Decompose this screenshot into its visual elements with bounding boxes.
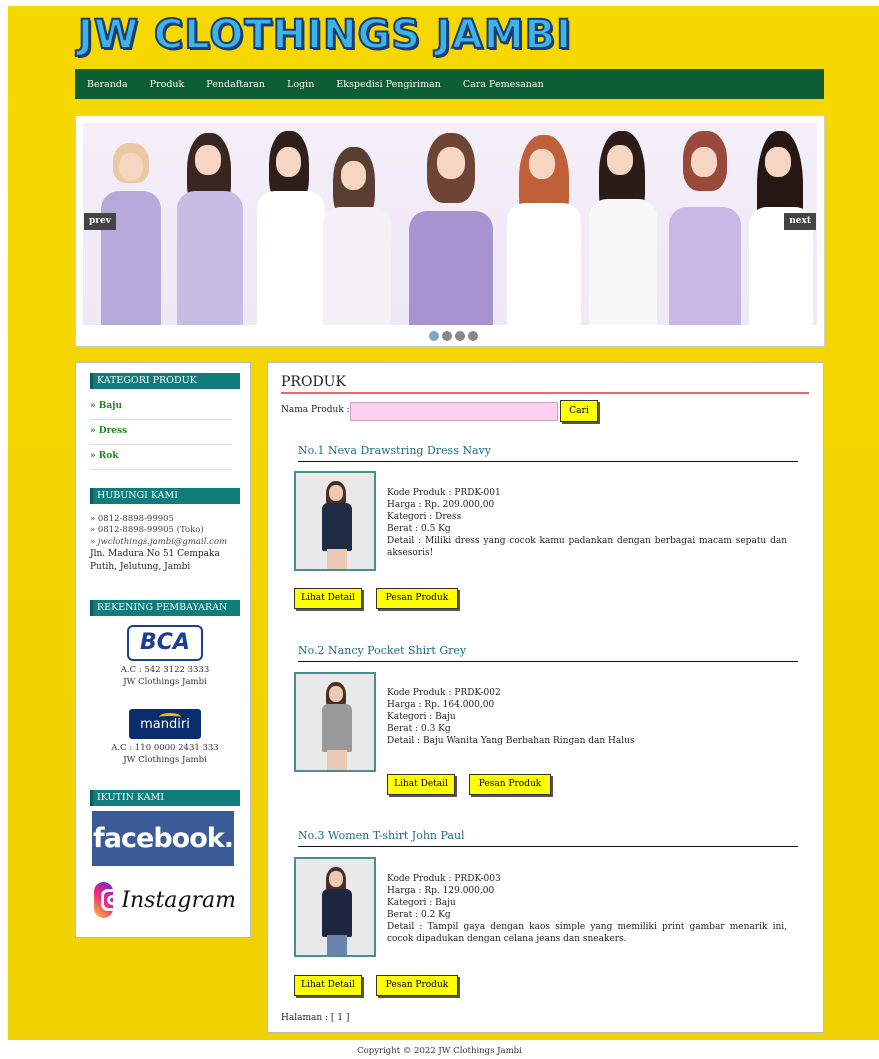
- nav-ekspedisi[interactable]: Ekspedisi Pengiriman: [336, 79, 441, 90]
- category-heading: KATEGORI PRODUK: [90, 373, 240, 389]
- contact-phone-store: » 0812-8898-99905 (Toko): [90, 525, 204, 536]
- page-title: PRODUK: [281, 374, 809, 394]
- mandiri-account: A.C : 110 0000 2431 333: [111, 743, 219, 753]
- product-description: Detail : Tampil gaya dengan kaos simple …: [387, 922, 787, 944]
- product-image[interactable]: [294, 471, 376, 571]
- banner-model: [95, 135, 165, 325]
- contact-info: » 0812-8898-99905 » 0812-8898-99905 (Tok…: [90, 514, 240, 574]
- slider-prev-button[interactable]: prev: [84, 213, 116, 230]
- facebook-link[interactable]: facebook.: [92, 811, 234, 866]
- instagram-label: Instagram: [121, 887, 236, 913]
- banner-model: [501, 131, 589, 325]
- contact-heading: HUBUNGI KAMI: [90, 488, 240, 504]
- banner-model: [663, 129, 747, 325]
- product-description: Detail : Miliki dress yang cocok kamu pa…: [387, 536, 787, 558]
- product-details: Kode Produk : PRDK-001 Harga : Rp. 209.0…: [387, 487, 787, 559]
- bca-logo: BCA: [127, 625, 203, 661]
- product-title[interactable]: No.3 Women T-shirt John Paul: [298, 829, 798, 847]
- bca-account: A.C : 542 3122 3333: [120, 665, 210, 675]
- nav-produk[interactable]: Produk: [150, 79, 185, 90]
- banner-model: [399, 131, 503, 325]
- category-link-baju[interactable]: » Baju: [90, 395, 232, 420]
- product-price: Harga : Rp. 129.000,00: [387, 886, 495, 896]
- category-link-dress[interactable]: » Dress: [90, 420, 232, 445]
- product-category: Kategori : Baju: [387, 898, 456, 908]
- product-details: Kode Produk : PRDK-003 Harga : Rp. 129.0…: [387, 873, 787, 945]
- slider-dot[interactable]: [455, 331, 465, 341]
- banner-model: [171, 129, 249, 325]
- slider-dot[interactable]: [442, 331, 452, 341]
- bca-account-name: JW Clothings Jambi: [123, 676, 207, 687]
- product-code: Kode Produk : PRDK-002: [387, 688, 501, 698]
- product-price: Harga : Rp. 164.000,00: [387, 700, 495, 710]
- slider-dot[interactable]: [468, 331, 478, 341]
- product-code: Kode Produk : PRDK-001: [387, 488, 501, 498]
- mandiri-logo: mandiri: [129, 709, 201, 739]
- instagram-link[interactable]: Instagram: [94, 881, 236, 919]
- product-image[interactable]: [294, 672, 376, 772]
- banner-model: [253, 129, 329, 325]
- product-weight: Berat : 0.5 Kg: [387, 524, 451, 534]
- nav-beranda[interactable]: Beranda: [87, 79, 128, 90]
- product-category: Kategori : Dress: [387, 512, 462, 522]
- banner-model: [583, 129, 663, 325]
- product-code: Kode Produk : PRDK-003: [387, 874, 501, 884]
- contact-email[interactable]: » jwclothings.jambi@gmail.com: [90, 537, 240, 548]
- pagination[interactable]: Halaman : [ 1 ]: [281, 1013, 349, 1023]
- search-label: Nama Produk :: [281, 405, 350, 415]
- product-price: Harga : Rp. 209.000,00: [387, 500, 495, 510]
- footer-copyright: Copyright © 2022 JW Clothings Jambi: [357, 1046, 522, 1056]
- category-link-rok[interactable]: » Rok: [90, 445, 232, 470]
- banner-slider: prev next: [75, 115, 825, 347]
- product-title[interactable]: No.2 Nancy Pocket Shirt Grey: [298, 644, 798, 662]
- view-detail-button[interactable]: Lihat Detail: [294, 975, 362, 996]
- bank-heading: REKENING PEMBAYARAN: [90, 600, 240, 616]
- view-detail-button[interactable]: Lihat Detail: [387, 774, 455, 795]
- contact-phone: » 0812-8898-99905: [90, 514, 174, 524]
- main-navigation: Beranda Produk Pendaftaran Login Ekspedi…: [75, 69, 824, 99]
- mandiri-account-name: JW Clothings Jambi: [123, 754, 207, 765]
- nav-pendaftaran[interactable]: Pendaftaran: [206, 79, 265, 90]
- order-product-button[interactable]: Pesan Produk: [376, 588, 458, 609]
- product-description: Detail : Baju Wanita Yang Berbahan Ringa…: [387, 736, 635, 746]
- product-weight: Berat : 0.3 Kg: [387, 724, 451, 734]
- mandiri-wave-icon: [159, 713, 181, 721]
- search-input[interactable]: [350, 402, 558, 421]
- bank-mandiri: mandiri A.C : 110 0000 2431 333 JW Cloth…: [90, 709, 240, 766]
- nav-cara-pemesanan[interactable]: Cara Pemesanan: [463, 79, 544, 90]
- slider-next-button[interactable]: next: [784, 213, 816, 230]
- banner-model: [319, 139, 395, 325]
- order-product-button[interactable]: Pesan Produk: [469, 774, 551, 795]
- instagram-icon: [94, 882, 124, 918]
- nav-login[interactable]: Login: [287, 79, 314, 90]
- slider-dot[interactable]: [429, 331, 439, 341]
- product-weight: Berat : 0.2 Kg: [387, 910, 451, 920]
- view-detail-button[interactable]: Lihat Detail: [294, 588, 362, 609]
- banner-image: [83, 123, 817, 325]
- search-button[interactable]: Cari: [560, 400, 598, 422]
- product-details: Kode Produk : PRDK-002 Harga : Rp. 164.0…: [387, 687, 787, 747]
- order-product-button[interactable]: Pesan Produk: [376, 975, 458, 996]
- main-content: PRODUK Nama Produk : Cari No.1 Neva Draw…: [267, 362, 824, 1033]
- product-category: Kategori : Baju: [387, 712, 456, 722]
- bank-bca: BCA A.C : 542 3122 3333 JW Clothings Jam…: [90, 625, 240, 688]
- follow-heading: IKUTIN KAMI: [90, 790, 240, 806]
- site-logo[interactable]: JW CLOTHINGS JAMBI: [77, 11, 572, 59]
- product-title[interactable]: No.1 Neva Drawstring Dress Navy: [298, 444, 798, 462]
- contact-address: Jln. Madura No 51 Cempaka Putih, Jelutun…: [90, 548, 220, 572]
- product-image[interactable]: [294, 857, 376, 957]
- slider-pagination: [429, 331, 478, 341]
- sidebar: KATEGORI PRODUK » Baju » Dress » Rok HUB…: [75, 362, 251, 938]
